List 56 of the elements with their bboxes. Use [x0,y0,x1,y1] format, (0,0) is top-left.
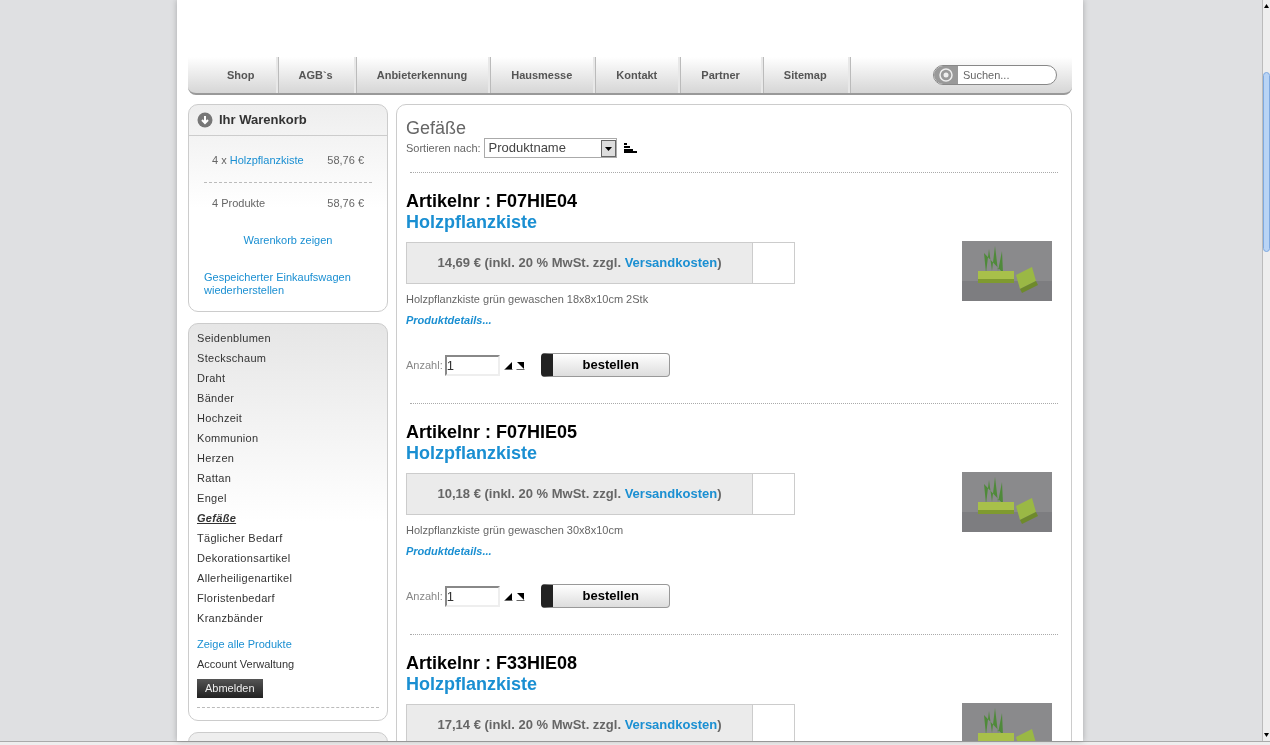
nav-link[interactable]: Shop [206,57,278,93]
category-link[interactable]: Täglicher Bedarf [197,530,379,550]
product-details-link[interactable]: Produktdetails... [406,542,806,559]
page-title: Gefäße [406,118,468,138]
order-button[interactable]: bestellen [540,353,670,377]
sort-label: Sortieren nach: [406,140,481,156]
cart-title: Ihr Warenkorb [219,111,307,130]
category-link[interactable]: Herzen [197,450,379,470]
nav-link[interactable]: Anbieterkennung [355,57,491,93]
cart-quantity: 4 x [212,153,227,168]
search-bar[interactable]: Suchen... [933,65,1057,85]
category-link[interactable]: Draht [197,370,379,390]
product-name-link[interactable]: Holzpflanzkiste [406,674,806,695]
nav-link[interactable]: Partner [680,57,763,93]
article-number: Artikelnr : F07HIE05 [406,422,579,443]
order-button[interactable]: bestellen [540,584,670,608]
nav-link[interactable]: Hausmesse [490,57,596,93]
account-link[interactable]: Account Verwaltung [197,655,379,672]
show-cart-link[interactable]: Warenkorb zeigen [243,234,333,246]
category-link[interactable]: Floristenbedarf [197,590,379,610]
article-number: Artikelnr : F33HIE08 [406,653,579,674]
sort-dropdown[interactable]: Produktname [483,138,617,158]
nav-link[interactable]: Kontakt [595,57,681,93]
price-text: 17,14 € (inkl. 20 % MwSt. zzgl. Versandkosten) [437,716,722,735]
category-link[interactable]: Rattan [197,470,379,490]
cart-item-price: 58,76 € [327,153,364,168]
category-link[interactable]: Seidenblumen [197,330,379,350]
quantity-field[interactable]: 1 [444,354,500,376]
cart-total-label: 4 Produkte [212,195,266,211]
search-field[interactable]: Suchen... [958,66,1054,84]
product-description: Holzpflanzkiste grün gewaschen 18x8x10cm 2Stk [406,292,650,307]
category-link[interactable]: Kommunion [197,430,379,450]
quantity-field[interactable]: 1 [444,585,500,607]
logout-button[interactable]: Abmelden [197,679,263,698]
cart-total: 58,76 € [327,195,364,211]
nav-link[interactable]: AGB`s [277,57,356,93]
category-link[interactable]: Steckschaum [197,350,379,370]
product-description: Holzpflanzkiste grün gewaschen 30x8x10cm [406,523,625,538]
nav-link[interactable]: Sitemap [762,57,850,93]
category-link[interactable]: Allerheiligenartikel [197,570,379,590]
category-link[interactable]: Hochzeit [197,410,379,430]
quantity-label: Anzahl: [406,357,443,373]
all-products-link[interactable]: Zeige alle Produkte [197,636,379,653]
article-number: Artikelnr : F07HIE04 [406,191,579,212]
product-details-link[interactable]: Produktdetails... [406,311,806,328]
category-link[interactable]: Gefäße [197,510,379,530]
price-text: 14,69 € (inkl. 20 % MwSt. zzgl. Versandkosten) [437,254,722,273]
category-link[interactable]: Dekorationsartikel [197,550,379,570]
quantity-label: Anzahl: [406,588,443,604]
product-name-link[interactable]: Holzpflanzkiste [406,443,806,464]
restore-cart-link[interactable]: Gespeicherter Einkaufswagen wiederherstellen [204,271,374,297]
product-name-link[interactable]: Holzpflanzkiste [406,212,806,233]
category-link[interactable]: Kranzbänder [197,610,379,630]
category-link[interactable]: Bänder [197,390,379,410]
price-text: 10,18 € (inkl. 20 % MwSt. zzgl. Versandkosten) [437,485,722,504]
category-link[interactable]: Engel [197,490,379,510]
